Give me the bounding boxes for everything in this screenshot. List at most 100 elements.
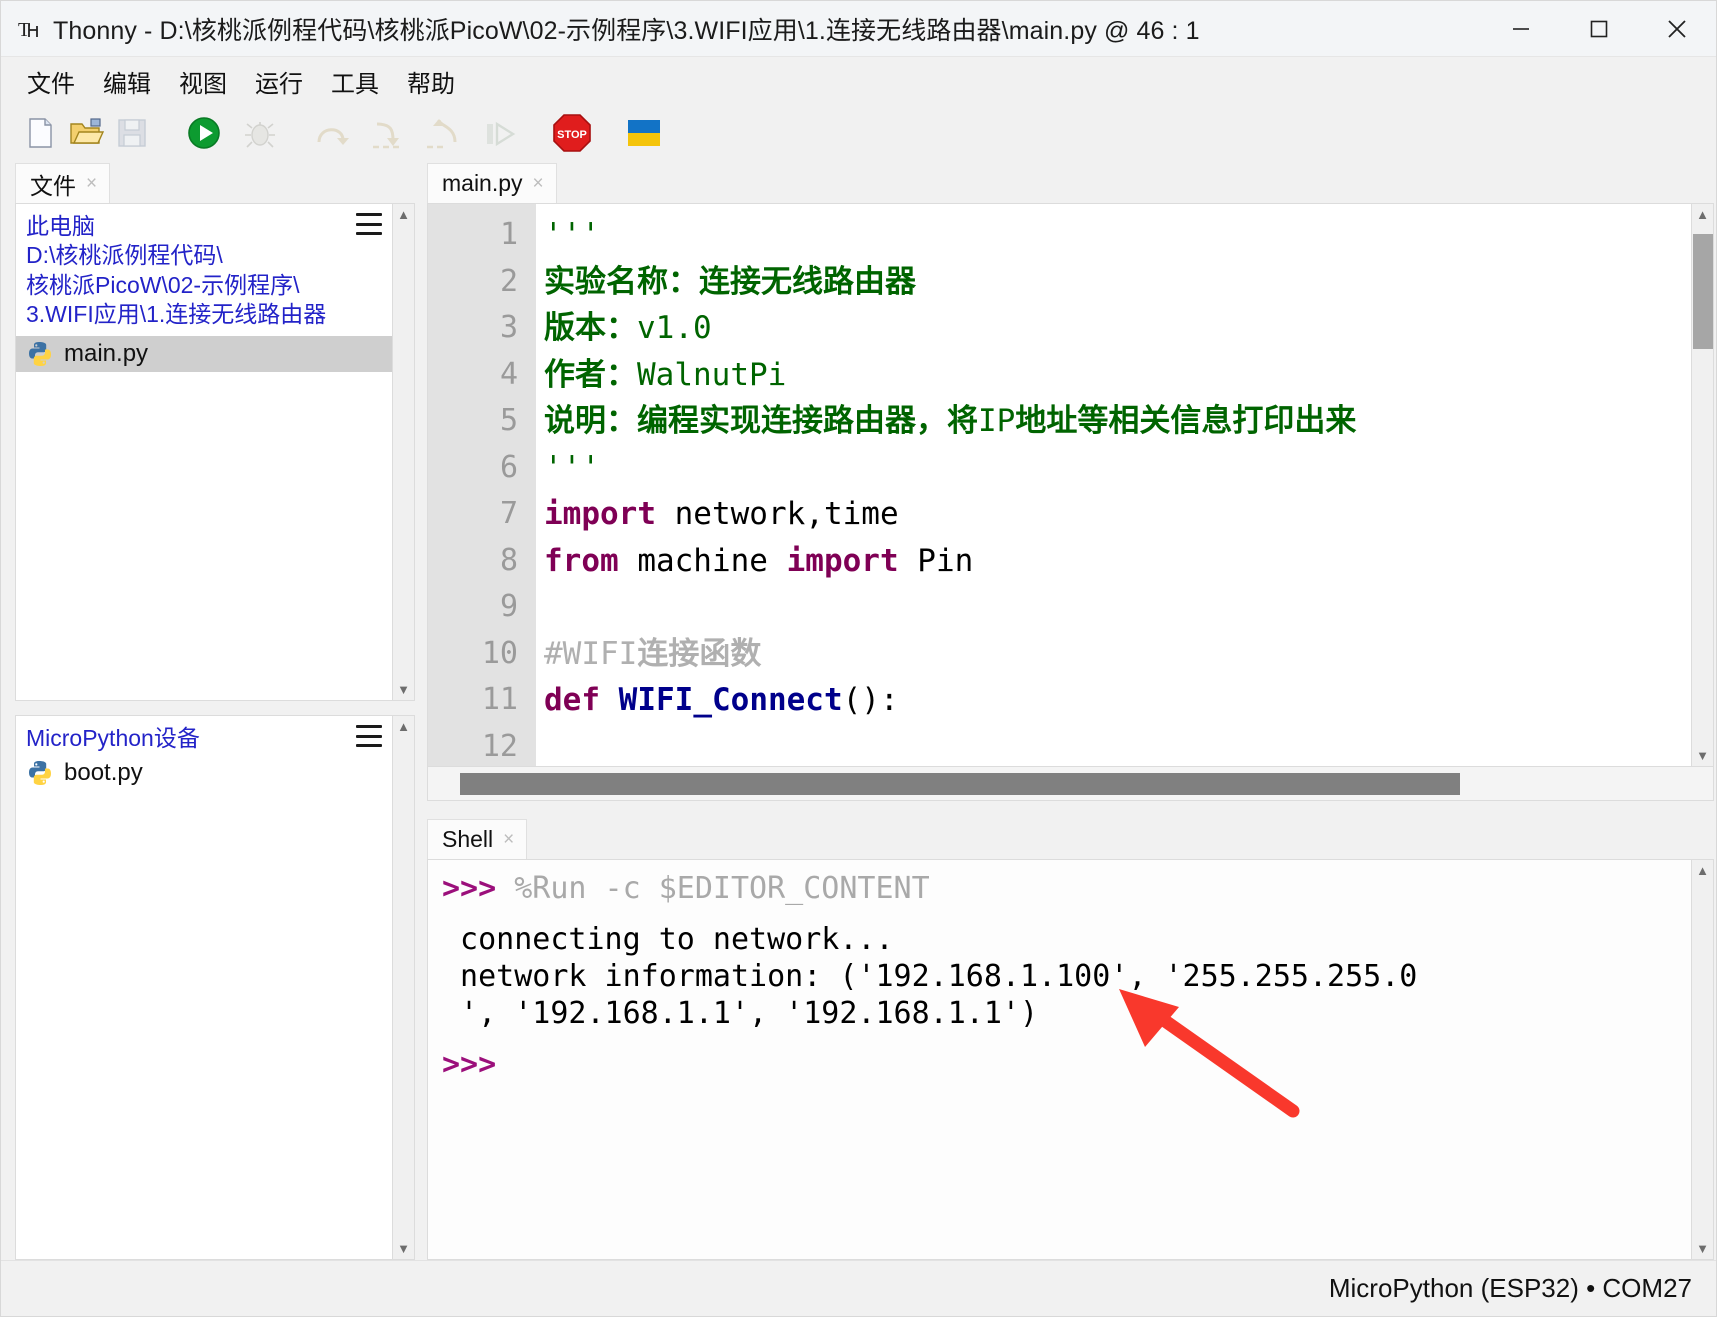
left-pane-splitter[interactable] (15, 701, 415, 715)
shell-blank-line (442, 1032, 1691, 1046)
device-tree[interactable]: MicroPython设备 boot.py (15, 715, 393, 1260)
menu-help[interactable]: 帮助 (395, 61, 467, 102)
code-line[interactable] (544, 724, 1691, 767)
shell-blank-line (442, 907, 1691, 921)
scroll-up-icon[interactable]: ▲ (397, 208, 410, 221)
editor-horizontal-scrollbar[interactable] (427, 767, 1714, 801)
tab-main-py[interactable]: main.py × (427, 163, 557, 203)
files-path-header: 此电脑 D:\核桃派例程代码\ 核桃派PicoW\02-示例程序\ 3.WIFI… (16, 204, 392, 336)
code-token: v1.0 (637, 310, 712, 346)
scroll-down-icon[interactable]: ▼ (397, 1242, 410, 1255)
line-number: 1 (428, 212, 536, 259)
code-line[interactable]: import network,time (544, 491, 1691, 538)
tab-files-label: 文件 (30, 167, 76, 201)
code-line[interactable]: #WIFI连接函数 (544, 631, 1691, 678)
editor-hscroll-thumb[interactable] (460, 773, 1460, 795)
menu-tools[interactable]: 工具 (319, 61, 391, 102)
python-file-icon (26, 340, 54, 368)
editor-vertical-scrollbar[interactable]: ▲ ▼ (1692, 203, 1714, 767)
save-file-icon (109, 110, 155, 156)
tab-shell-close-icon[interactable]: × (503, 830, 514, 849)
line-number: 7 (428, 491, 536, 538)
device-title[interactable]: MicroPython设备 (26, 724, 352, 753)
code-line[interactable]: 实验名称：连接无线路由器 (544, 259, 1691, 306)
scroll-down-icon[interactable]: ▼ (1696, 749, 1709, 762)
scroll-up-icon[interactable]: ▲ (1696, 864, 1709, 877)
code-token: IP (978, 403, 1015, 439)
code-line[interactable] (544, 584, 1691, 631)
line-number: 9 (428, 584, 536, 631)
code-token: from (544, 543, 619, 579)
tab-files-close-icon[interactable]: × (86, 174, 97, 193)
code-line[interactable]: 说明：编程实现连接路由器，将IP地址等相关信息打印出来 (544, 398, 1691, 445)
scroll-up-icon[interactable]: ▲ (1696, 208, 1709, 221)
editor-shell-splitter[interactable] (427, 801, 1714, 817)
run-icon[interactable] (181, 110, 227, 156)
close-button[interactable] (1638, 1, 1716, 57)
path-line-0[interactable]: 此电脑 (26, 212, 352, 241)
menu-view[interactable]: 视图 (167, 61, 239, 102)
editor-scroll-thumb[interactable] (1693, 234, 1713, 349)
code-token: WalnutPi (637, 357, 786, 393)
code-editor[interactable]: 123456789101112 '''实验名称：连接无线路由器版本：v1.0作者… (427, 203, 1692, 767)
code-line[interactable]: ''' (544, 212, 1691, 259)
debug-icon (237, 110, 283, 156)
path-line-2[interactable]: 核桃派PicoW\02-示例程序\ (26, 271, 352, 300)
menu-edit[interactable]: 编辑 (91, 61, 163, 102)
scroll-down-icon[interactable]: ▼ (1696, 1242, 1709, 1255)
line-number: 6 (428, 445, 536, 492)
open-file-icon[interactable] (63, 110, 109, 156)
code-token: 连接函数 (637, 636, 761, 672)
tab-files[interactable]: 文件 × (15, 163, 110, 203)
files-vertical-scrollbar[interactable]: ▲ ▼ (393, 203, 415, 701)
device-vertical-scrollbar[interactable]: ▲ ▼ (393, 715, 415, 1260)
file-item-main-py[interactable]: main.py (16, 336, 392, 372)
file-item-label: main.py (64, 340, 148, 368)
path-line-1[interactable]: D:\核桃派例程代码\ (26, 241, 352, 270)
device-path-header: MicroPython设备 (16, 716, 392, 755)
device-menu-hamburger-icon[interactable] (356, 725, 382, 747)
shell-output-text: network information: ('192.168.1.100', '… (442, 959, 1417, 994)
stop-icon[interactable]: STOP (549, 110, 595, 156)
code-line[interactable]: 作者：WalnutPi (544, 352, 1691, 399)
editor-tabstrip: main.py × (427, 161, 1714, 203)
minimize-button[interactable] (1482, 1, 1560, 57)
shell-line[interactable]: ', '192.168.1.1', '192.168.1.1') (442, 995, 1691, 1032)
editor-pane: main.py × 123456789101112 '''实验名称：连接无线路由… (427, 161, 1714, 801)
left-panel: 文件 × 此电脑 D:\核桃派例程代码\ 核桃派PicoW\02-示例程序\ (15, 161, 415, 1260)
line-number: 12 (428, 724, 536, 768)
resume-icon (477, 110, 523, 156)
device-item-boot-py[interactable]: boot.py (16, 755, 392, 791)
shell-vertical-scrollbar[interactable]: ▲ ▼ (1692, 859, 1714, 1260)
code-line[interactable]: from machine import Pin (544, 538, 1691, 585)
code-token: def (544, 682, 600, 718)
title-bar: T Thonny - D:\核桃派例程代码\核桃派PicoW\02-示例程序\3… (1, 1, 1716, 57)
new-file-icon[interactable] (17, 110, 63, 156)
menu-file[interactable]: 文件 (15, 61, 87, 102)
shell-line[interactable]: >>> %Run -c $EDITOR_CONTENT (442, 870, 1691, 907)
code-line[interactable]: def WIFI_Connect(): (544, 677, 1691, 724)
path-line-3[interactable]: 3.WIFI应用\1.连接无线路由器 (26, 300, 352, 329)
tab-shell[interactable]: Shell × (427, 819, 527, 859)
shell-line[interactable]: >>> (442, 1046, 1691, 1083)
scroll-up-icon[interactable]: ▲ (397, 720, 410, 733)
files-menu-hamburger-icon[interactable] (356, 213, 382, 235)
line-number: 11 (428, 677, 536, 724)
device-item-label: boot.py (64, 759, 143, 787)
menu-bar: 文件 编辑 视图 运行 工具 帮助 (1, 57, 1716, 105)
maximize-button[interactable] (1560, 1, 1638, 57)
shell-line[interactable]: connecting to network... (442, 921, 1691, 958)
shell-prompt: >>> (442, 1047, 496, 1082)
shell-line[interactable]: network information: ('192.168.1.100', '… (442, 958, 1691, 995)
code-line[interactable]: 版本：v1.0 (544, 305, 1691, 352)
code-token: ''' (544, 450, 600, 486)
ukraine-flag-icon[interactable] (621, 110, 667, 156)
code-text-area[interactable]: '''实验名称：连接无线路由器版本：v1.0作者：WalnutPi说明：编程实现… (536, 204, 1691, 766)
menu-run[interactable]: 运行 (243, 61, 315, 102)
shell-output[interactable]: >>> %Run -c $EDITOR_CONTENT connecting t… (427, 859, 1692, 1260)
tab-main-py-close-icon[interactable]: × (533, 174, 544, 193)
interpreter-status[interactable]: MicroPython (ESP32) • COM27 (1329, 1273, 1692, 1304)
files-tree[interactable]: 此电脑 D:\核桃派例程代码\ 核桃派PicoW\02-示例程序\ 3.WIFI… (15, 203, 393, 701)
scroll-down-icon[interactable]: ▼ (397, 683, 410, 696)
code-line[interactable]: ''' (544, 445, 1691, 492)
